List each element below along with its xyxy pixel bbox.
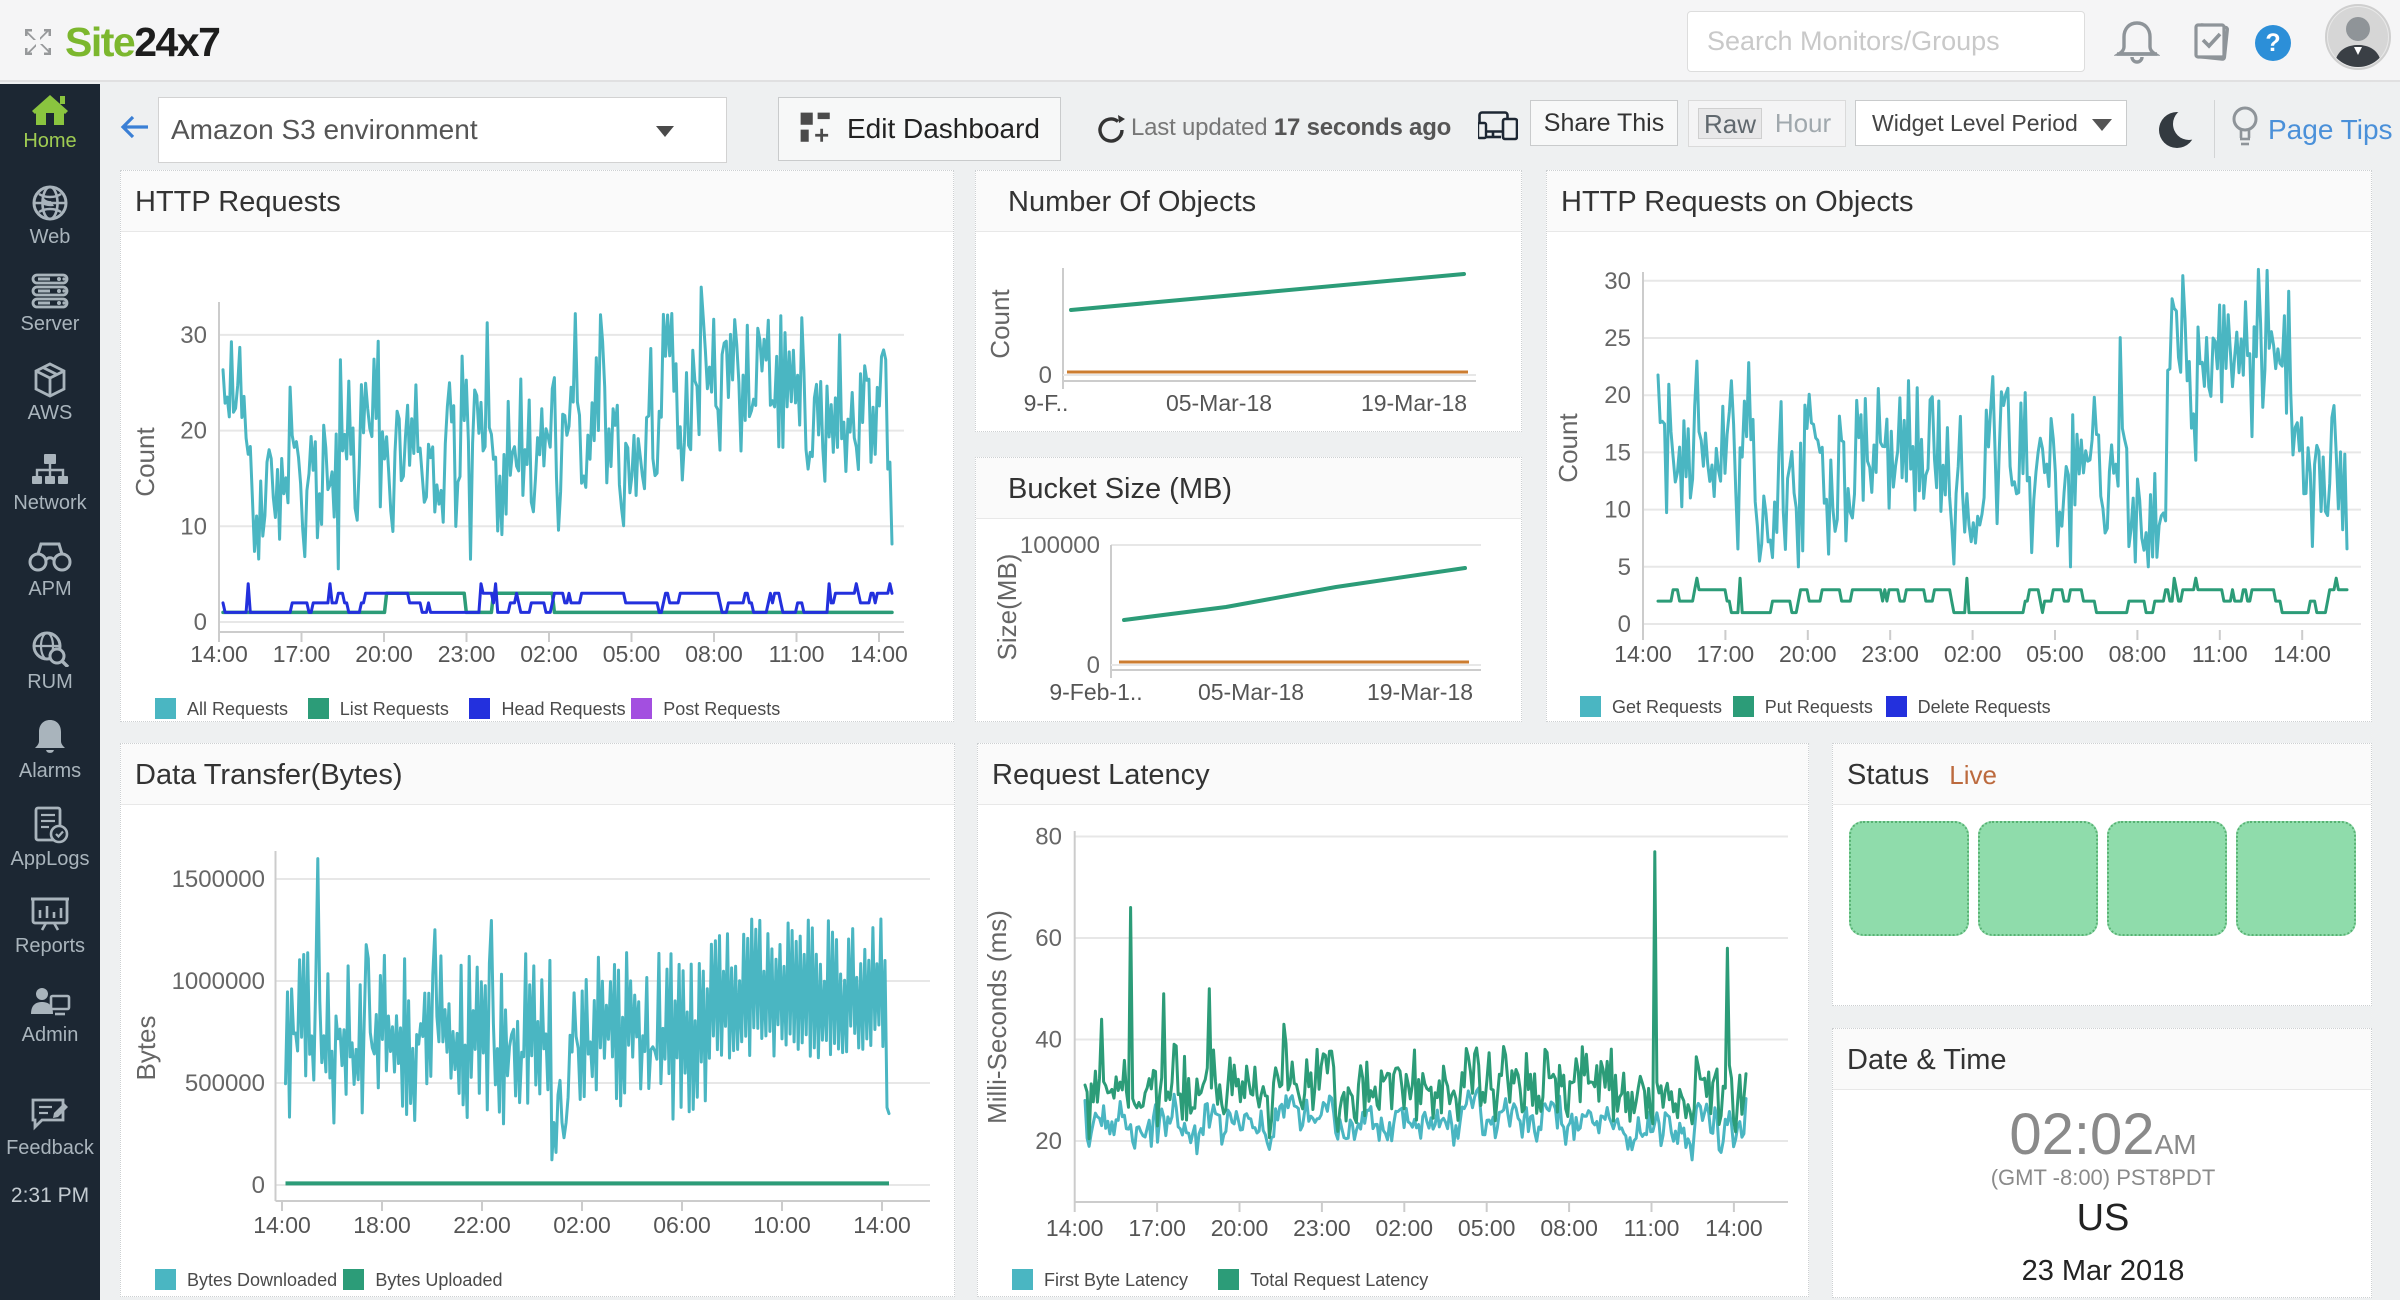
svg-text:Bytes Uploaded: Bytes Uploaded [375,1270,502,1290]
svg-text:17:00: 17:00 [273,641,331,667]
svg-text:0: 0 [1618,611,1631,638]
svg-text:10:00: 10:00 [753,1212,811,1238]
svg-text:14:00: 14:00 [253,1212,311,1238]
svg-text:05:00: 05:00 [1458,1215,1516,1241]
svg-text:19-Mar-18: 19-Mar-18 [1367,679,1473,705]
svg-text:40: 40 [1035,1027,1062,1054]
svg-text:06:00: 06:00 [653,1212,711,1238]
svg-text:20:00: 20:00 [1211,1215,1269,1241]
svg-text:11:00: 11:00 [769,641,825,667]
svg-text:0: 0 [1087,652,1100,679]
svg-text:0: 0 [194,609,207,636]
svg-text:60: 60 [1035,925,1062,952]
svg-text:05:00: 05:00 [603,641,661,667]
svg-text:17:00: 17:00 [1697,641,1755,667]
svg-text:List Requests: List Requests [340,699,449,719]
svg-text:9-F..: 9-F.. [1024,390,1069,416]
svg-text:Size(MB): Size(MB) [992,554,1022,661]
svg-text:Total Request Latency: Total Request Latency [1250,1270,1428,1290]
svg-text:Head Requests: Head Requests [502,699,626,719]
svg-text:05:00: 05:00 [2026,641,2084,667]
svg-text:20:00: 20:00 [1779,641,1837,667]
svg-text:08:00: 08:00 [2109,641,2167,667]
svg-text:1500000: 1500000 [172,866,265,893]
svg-text:22:00: 22:00 [453,1212,511,1238]
svg-text:Put Requests: Put Requests [1765,697,1873,717]
svg-text:10: 10 [180,513,207,540]
svg-text:19-Mar-18: 19-Mar-18 [1361,390,1467,416]
svg-text:Post Requests: Post Requests [663,699,780,719]
svg-text:20: 20 [1035,1128,1062,1155]
svg-text:02:00: 02:00 [520,641,578,667]
svg-text:Count: Count [130,427,160,497]
svg-text:0: 0 [252,1172,265,1199]
svg-text:14:00: 14:00 [1614,641,1672,667]
svg-text:18:00: 18:00 [353,1212,411,1238]
svg-text:30: 30 [1604,268,1631,295]
svg-text:20: 20 [180,418,207,445]
svg-text:14:00: 14:00 [2273,641,2331,667]
svg-text:23:00: 23:00 [1293,1215,1351,1241]
svg-text:100000: 100000 [1020,532,1100,559]
svg-text:20:00: 20:00 [355,641,413,667]
svg-text:08:00: 08:00 [685,641,743,667]
svg-text:First Byte Latency: First Byte Latency [1044,1270,1188,1290]
svg-text:Get Requests: Get Requests [1612,697,1722,717]
svg-text:30: 30 [180,322,207,349]
svg-text:17:00: 17:00 [1128,1215,1186,1241]
svg-text:1000000: 1000000 [172,968,265,995]
svg-text:14:00: 14:00 [1046,1215,1104,1241]
svg-text:Count: Count [1553,413,1583,483]
svg-text:Bytes Downloaded: Bytes Downloaded [187,1270,337,1290]
svg-text:14:00: 14:00 [850,641,908,667]
svg-text:15: 15 [1604,439,1631,466]
svg-text:9-Feb-1..: 9-Feb-1.. [1049,679,1142,705]
svg-text:11:00: 11:00 [1624,1215,1680,1241]
svg-text:23:00: 23:00 [1861,641,1919,667]
svg-text:5: 5 [1618,554,1631,581]
svg-text:02:00: 02:00 [553,1212,611,1238]
svg-text:11:00: 11:00 [2192,641,2248,667]
svg-text:20: 20 [1604,382,1631,409]
svg-text:02:00: 02:00 [1944,641,2002,667]
svg-text:10: 10 [1604,497,1631,524]
svg-text:14:00: 14:00 [853,1212,911,1238]
svg-text:02:00: 02:00 [1376,1215,1434,1241]
svg-text:14:00: 14:00 [1705,1215,1763,1241]
svg-text:0: 0 [1039,362,1052,389]
svg-text:Milli-Seconds (ms): Milli-Seconds (ms) [982,910,1012,1124]
svg-text:05-Mar-18: 05-Mar-18 [1198,679,1304,705]
svg-text:Count: Count [985,289,1015,359]
svg-text:14:00: 14:00 [190,641,248,667]
svg-text:23:00: 23:00 [438,641,496,667]
svg-text:500000: 500000 [185,1070,265,1097]
svg-text:All Requests: All Requests [187,699,288,719]
svg-text:08:00: 08:00 [1540,1215,1598,1241]
svg-text:05-Mar-18: 05-Mar-18 [1166,390,1272,416]
svg-text:80: 80 [1035,824,1062,851]
svg-text:25: 25 [1604,325,1631,352]
svg-text:Delete Requests: Delete Requests [1918,697,2051,717]
svg-text:Bytes: Bytes [131,1015,161,1080]
